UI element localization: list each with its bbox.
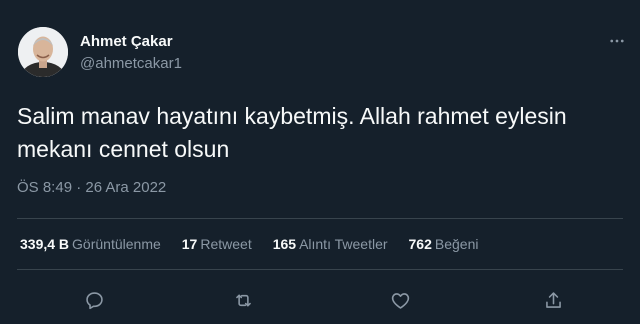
tweet-text: Salim manav hayatını kaybetmiş. Allah ra… [17, 103, 567, 162]
tweet-actions [0, 283, 640, 317]
like-button[interactable] [383, 283, 417, 317]
retweet-button[interactable] [226, 283, 260, 317]
like-icon [391, 292, 409, 309]
divider [17, 269, 623, 270]
share-button[interactable] [536, 283, 570, 317]
author-avatar[interactable] [18, 27, 68, 77]
author-handle[interactable]: @ahmetcakar1 [80, 55, 182, 72]
stat-count: 165 [272, 236, 297, 252]
stat-retweets[interactable]: 17 Retweet [182, 236, 252, 252]
reply-icon [85, 291, 103, 309]
retweet-icon [235, 293, 251, 307]
reply-button[interactable] [77, 283, 111, 317]
stat-label: Beğeni [434, 236, 479, 252]
profile-photo-icon [18, 27, 68, 77]
stat-quote-tweets[interactable]: 165 Alıntı Tweetler [273, 236, 388, 252]
stat-label: Görüntülenme [72, 236, 161, 252]
stat-views[interactable]: 339,4 B Görüntülenme [20, 236, 161, 252]
stat-label: Retweet [200, 236, 252, 252]
tweet-timestamp[interactable]: ÖS 8:49 · 26 Ara 2022 [17, 179, 166, 196]
author-name[interactable]: Ahmet Çakar [80, 33, 173, 50]
stat-count: 17 [181, 236, 198, 252]
stat-likes[interactable]: 762 Beğeni [409, 236, 479, 252]
more-options-button[interactable] [604, 28, 630, 54]
tweet-card: Ahmet Çakar @ahmetcakar1 Salim manav hay… [0, 0, 640, 324]
divider [17, 218, 623, 219]
tweet-stats: 339,4 B Görüntülenme 17 Retweet 165 Alıntı … [20, 236, 499, 252]
share-icon [545, 291, 561, 308]
stat-label: Alıntı Tweetler [299, 236, 388, 252]
stat-count: 339,4 B [20, 236, 70, 252]
stat-count: 762 [408, 236, 432, 252]
more-icon [610, 39, 624, 43]
